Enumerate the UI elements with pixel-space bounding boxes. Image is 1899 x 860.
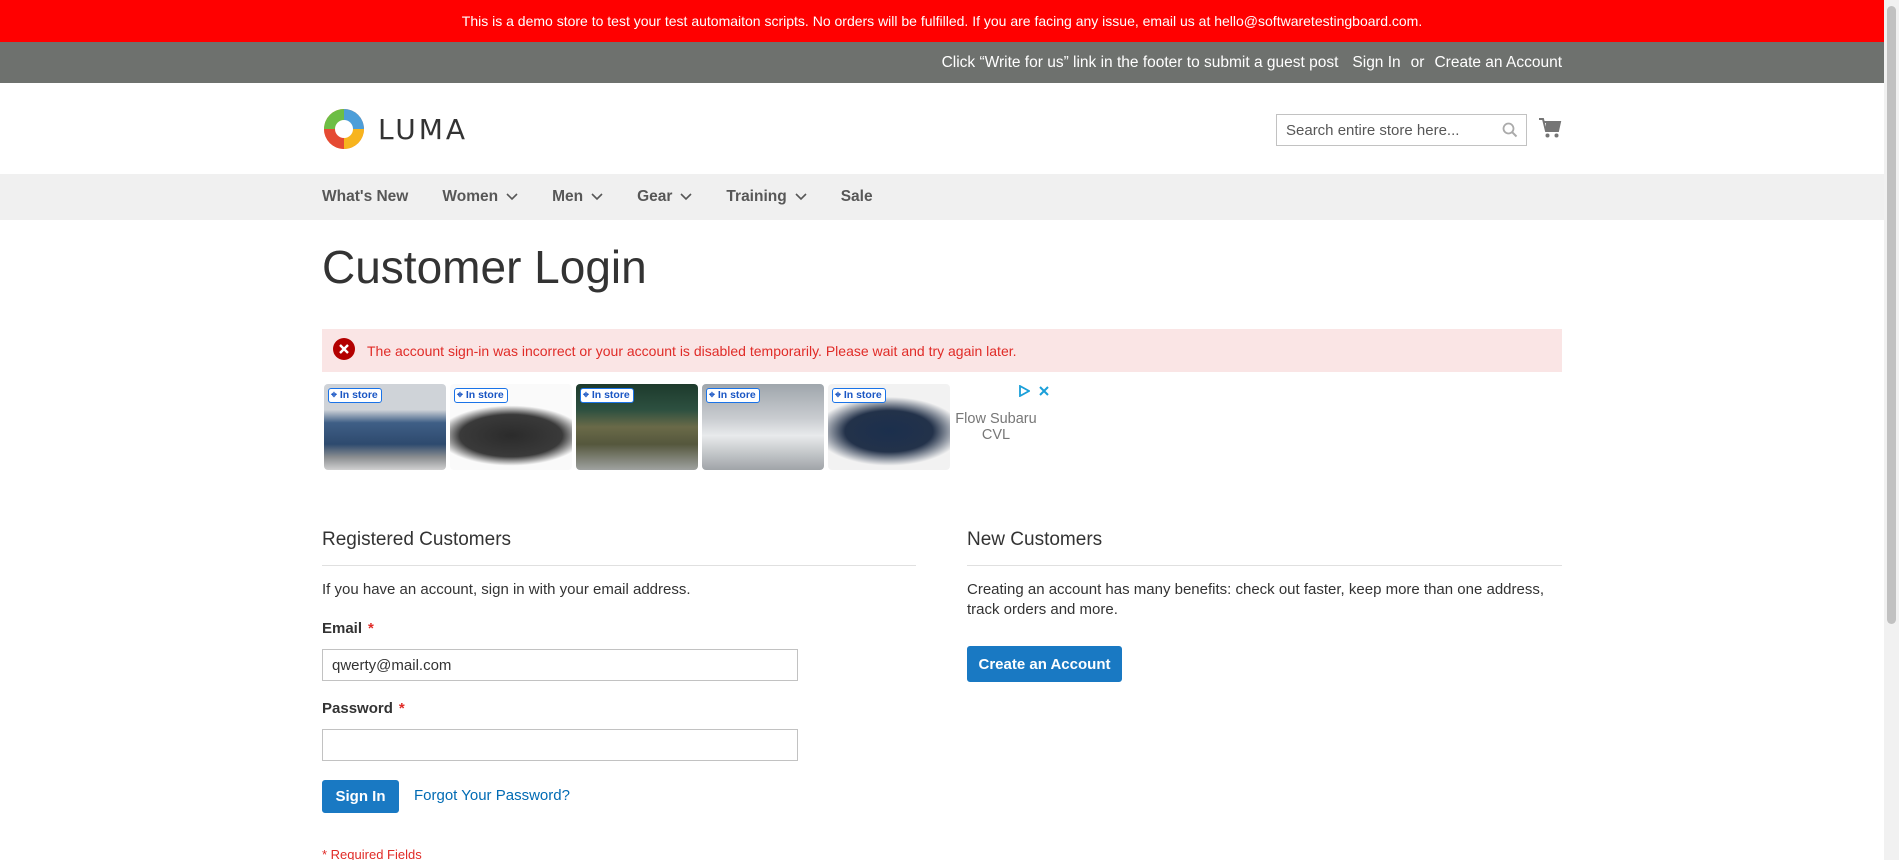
close-ad-icon[interactable] xyxy=(1038,384,1050,402)
nav-item-label: Training xyxy=(726,188,787,205)
nav-item-women[interactable]: Women xyxy=(442,188,518,206)
search-box xyxy=(1276,114,1527,146)
divider xyxy=(322,565,916,566)
vertical-scrollbar[interactable] xyxy=(1884,0,1899,860)
chevron-down-icon xyxy=(591,188,603,206)
ad-badge: ⌖ In store xyxy=(580,388,634,403)
password-field[interactable] xyxy=(322,729,798,761)
cart-icon[interactable] xyxy=(1538,117,1562,144)
search-input[interactable] xyxy=(1277,115,1487,145)
ad-badge: ⌖ In store xyxy=(454,388,508,403)
logo[interactable]: LUMA xyxy=(322,106,468,152)
ad-tile[interactable]: ⌖ In store xyxy=(576,384,698,470)
nav-item-label: Men xyxy=(552,188,584,205)
ad-banner[interactable]: ⌖ In store ⌖ In store ⌖ In store ⌖ In st… xyxy=(324,384,1052,470)
nav-item-label: Women xyxy=(442,188,499,205)
adchoices-icon[interactable] xyxy=(1018,384,1031,402)
top-links-bar: Click “Write for us” link in the footer … xyxy=(0,42,1884,83)
nav-item-training[interactable]: Training xyxy=(726,188,807,206)
email-field[interactable] xyxy=(322,649,798,681)
header: LUMA xyxy=(0,83,1884,174)
ad-tile[interactable]: ⌖ In store xyxy=(828,384,950,470)
logo-text: LUMA xyxy=(378,112,469,146)
nav-item-label: Gear xyxy=(637,188,673,205)
error-text: The account sign-in was incorrect or you… xyxy=(367,342,1017,359)
nav-item-sale[interactable]: Sale xyxy=(841,188,873,206)
page-title: Customer Login xyxy=(322,241,647,293)
error-message: The account sign-in was incorrect or you… xyxy=(322,329,1562,372)
demo-notice-text: This is a demo store to test your test a… xyxy=(461,13,1423,29)
create-account-button[interactable]: Create an Account xyxy=(967,646,1122,682)
create-account-link[interactable]: Create an Account xyxy=(1434,42,1562,83)
chevron-down-icon xyxy=(680,188,692,206)
chevron-down-icon xyxy=(795,188,807,206)
main-nav: What's New Women Men Gear Training Sale xyxy=(0,174,1884,220)
ad-tile[interactable]: ⌖ In store xyxy=(450,384,572,470)
required-fields-note: * Required Fields xyxy=(322,847,422,860)
or-separator: or xyxy=(1410,54,1425,71)
sign-in-button[interactable]: Sign In xyxy=(322,780,399,813)
ad-badge: ⌖ In store xyxy=(328,388,382,403)
divider xyxy=(967,565,1562,566)
new-customers-description: Creating an account has many benefits: c… xyxy=(967,581,1545,618)
ad-tile[interactable]: ⌖ In store xyxy=(324,384,446,470)
demo-notice-bar: This is a demo store to test your test a… xyxy=(0,0,1884,42)
ad-badge: ⌖ In store xyxy=(706,388,760,403)
ad-tile[interactable]: ⌖ In store xyxy=(702,384,824,470)
nav-item-label: What's New xyxy=(322,188,409,205)
guest-post-notice: Click “Write for us” link in the footer … xyxy=(941,54,1339,71)
scrollbar-thumb[interactable] xyxy=(1887,6,1896,624)
luma-logo-icon xyxy=(324,109,364,149)
ad-controls xyxy=(1018,384,1050,402)
nav-item-label: Sale xyxy=(840,188,873,205)
forgot-password-link[interactable]: Forgot Your Password? xyxy=(414,787,570,804)
email-label: Email * xyxy=(322,620,374,637)
ad-badge: ⌖ In store xyxy=(832,388,886,403)
sign-in-intro: If you have an account, sign in with you… xyxy=(322,581,691,598)
nav-item-men[interactable]: Men xyxy=(552,188,603,206)
ad-brand[interactable]: Flow Subaru CVL xyxy=(946,411,1046,443)
registered-customers-title: Registered Customers xyxy=(322,529,512,550)
sign-in-link[interactable]: Sign In xyxy=(1352,42,1400,83)
chevron-down-icon xyxy=(506,188,518,206)
nav-item-gear[interactable]: Gear xyxy=(637,188,692,206)
search-icon[interactable] xyxy=(1502,122,1518,143)
nav-item-whats-new[interactable]: What's New xyxy=(322,188,408,206)
error-icon xyxy=(333,338,355,363)
password-label: Password * xyxy=(322,700,405,717)
new-customers-title: New Customers xyxy=(967,529,1103,550)
